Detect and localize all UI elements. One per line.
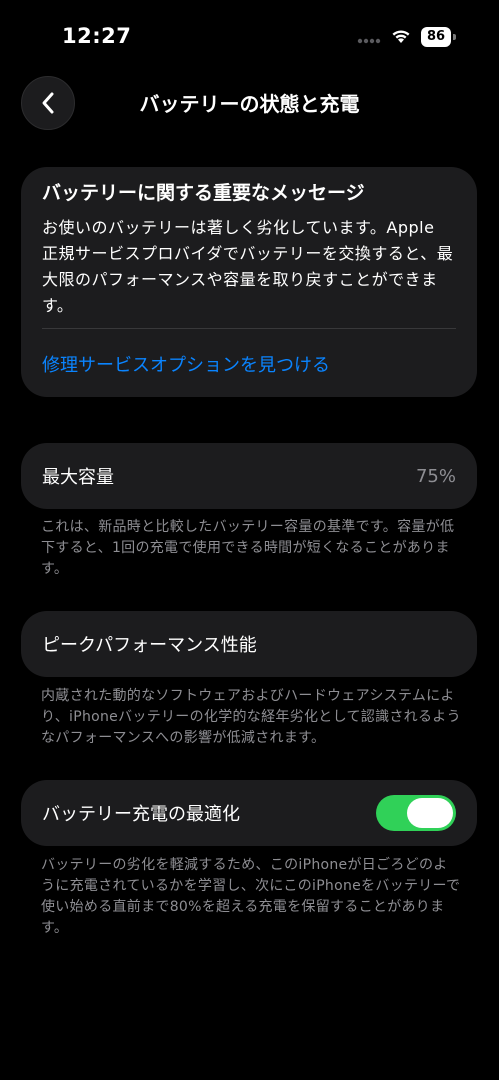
signal-dots-icon <box>357 38 381 44</box>
max-capacity-label: 最大容量 <box>42 467 114 488</box>
message-title: バッテリーに関する重要なメッセージ <box>42 182 365 204</box>
peak-performance-footnote: 内蔵された動的なソフトウェアおよびハードウェアシステムにより、iPhoneバッテ… <box>41 688 461 746</box>
toggle-knob <box>407 798 453 828</box>
optimized-charging-toggle[interactable] <box>376 795 456 831</box>
max-capacity-footnote: これは、新品時と比較したバッテリー容量の基準です。容量が低下すると、1回の充電で… <box>41 519 455 577</box>
find-repair-options-link[interactable]: 修理サービスオプションを見つける <box>42 351 330 377</box>
wifi-icon <box>392 30 410 43</box>
status-bar: 12:27 86 <box>0 0 499 70</box>
battery-tip <box>453 34 456 40</box>
battery-message-card: バッテリーに関する重要なメッセージ お使いのバッテリーは著しく劣化しています。A… <box>21 167 477 397</box>
optimized-charging-label: バッテリー充電の最適化 <box>42 804 240 825</box>
max-capacity-value: 75% <box>415 465 456 487</box>
battery-icon: 86 <box>421 27 457 47</box>
peak-performance-label: ピークパフォーマンス性能 <box>42 635 257 656</box>
battery-level: 86 <box>421 27 451 47</box>
optimized-charging-row: バッテリー充電の最適化 <box>21 780 477 846</box>
message-body: お使いのバッテリーは著しく劣化しています。Apple 正規サービスプロバイダでバ… <box>42 218 454 315</box>
page-title: バッテリーの状態と充電 <box>139 92 360 116</box>
divider <box>42 328 456 329</box>
max-capacity-row: 最大容量 75% <box>21 443 477 509</box>
peak-performance-row: ピークパフォーマンス性能 <box>21 611 477 677</box>
optimized-charging-footnote: バッテリーの劣化を軽減するため、このiPhoneが日ごろどのように充電されている… <box>41 857 461 936</box>
status-time: 12:27 <box>62 24 132 48</box>
